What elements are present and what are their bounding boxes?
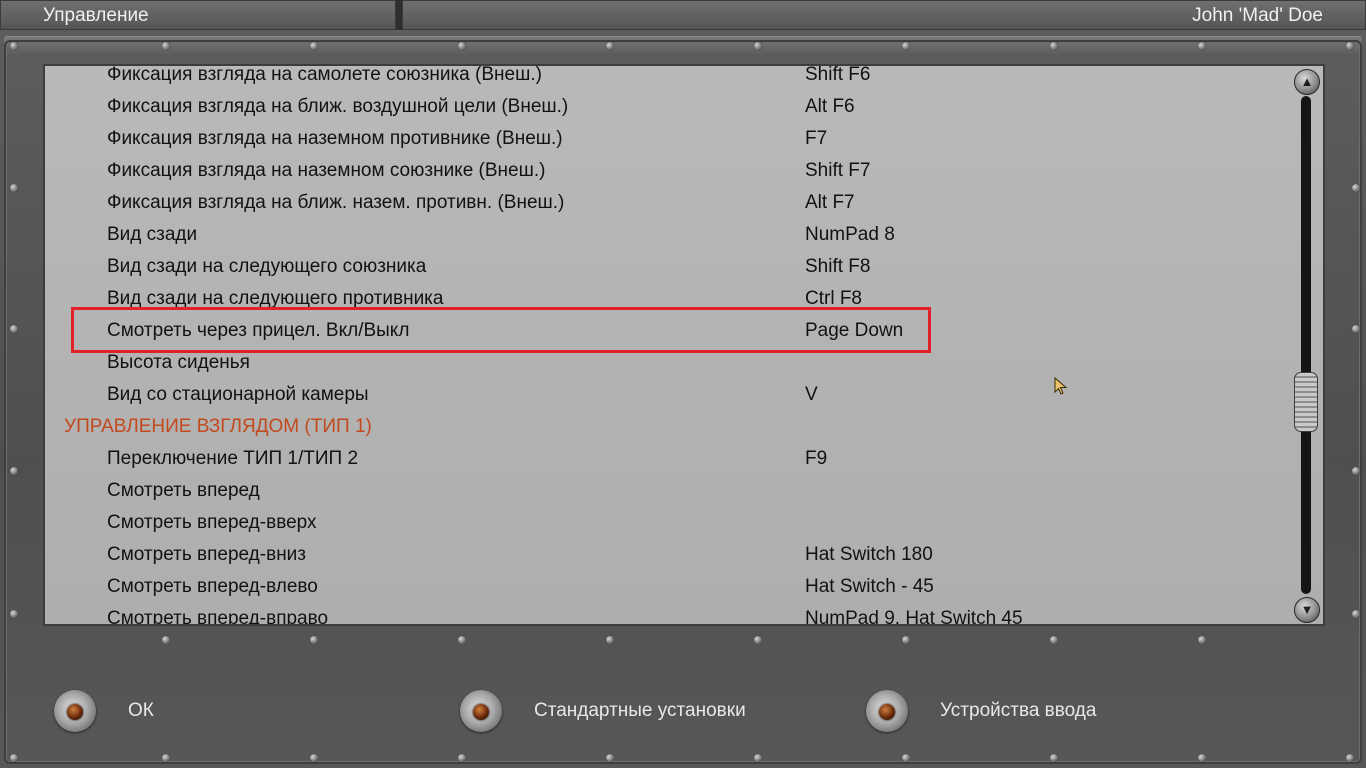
binding-action: Вид сзади: [107, 224, 198, 245]
rivet-icon: [458, 42, 466, 50]
binding-key: Alt F6: [805, 96, 855, 117]
rivet-icon: [10, 754, 18, 762]
binding-key: NumPad 9, Hat Switch 45: [805, 608, 1023, 626]
rivet-icon: [754, 42, 762, 50]
ok-button-label[interactable]: ОК: [128, 700, 154, 722]
rivet-icon: [1198, 42, 1206, 50]
binding-row[interactable]: Смотреть вперед-вниз Hat Switch 180: [45, 539, 1285, 571]
rivet-icon: [1352, 184, 1360, 192]
binding-row[interactable]: Вид сзади на следующего союзника Shift F8: [45, 251, 1285, 283]
binding-key: NumPad 8: [805, 224, 895, 245]
binding-row[interactable]: Смотреть вперед: [45, 475, 1285, 507]
binding-key: Hat Switch 180: [805, 544, 933, 565]
scrollbar-thumb[interactable]: [1294, 372, 1318, 432]
binding-key: F7: [805, 128, 828, 149]
binding-action: Фиксация взгляда на ближ. назем. противн…: [107, 192, 565, 213]
defaults-button-label[interactable]: Стандартные установки: [534, 700, 746, 722]
rivet-icon: [1346, 754, 1354, 762]
binding-action: Смотреть вперед-влево: [107, 576, 318, 597]
binding-action: Смотреть вперед: [107, 480, 260, 501]
rivet-icon: [10, 325, 18, 333]
scrollbar-track[interactable]: [1301, 96, 1311, 594]
toggle-knob-icon[interactable]: [866, 690, 908, 732]
selection-highlight: [71, 307, 931, 353]
rivet-icon: [1050, 636, 1058, 644]
binding-row[interactable]: Фиксация взгляда на ближ. воздушной цели…: [45, 91, 1285, 123]
binding-key: Alt F7: [805, 192, 855, 213]
section-title: УПРАВЛЕНИЕ ВЗГЛЯДОМ (ТИП 1): [64, 416, 372, 437]
binding-action: Фиксация взгляда на ближ. воздушной цели…: [107, 96, 569, 117]
rivet-icon: [1050, 42, 1058, 50]
binding-row[interactable]: Смотреть вперед-вверх: [45, 507, 1285, 539]
rivet-icon: [902, 636, 910, 644]
rivet-icon: [458, 754, 466, 762]
binding-row[interactable]: Переключение ТИП 1/ТИП 2 F9: [45, 443, 1285, 475]
binding-row[interactable]: Фиксация взгляда на наземном союзнике (В…: [45, 155, 1285, 187]
binding-key: V: [805, 384, 818, 405]
binding-row[interactable]: Смотреть вперед-влево Hat Switch - 45: [45, 571, 1285, 603]
binding-action: Вид со стационарной камеры: [107, 384, 369, 405]
rivet-icon: [10, 184, 18, 192]
section-header: УПРАВЛЕНИЕ ВЗГЛЯДОМ (ТИП 1): [45, 411, 1285, 443]
binding-action: Фиксация взгляда на наземном союзнике (В…: [107, 160, 546, 181]
binding-key: Shift F6: [805, 64, 871, 85]
binding-key: Hat Switch - 45: [805, 576, 934, 597]
rivet-icon: [1346, 42, 1354, 50]
rivet-icon: [1050, 754, 1058, 762]
controls-screen: Управление John 'Mad' Doe Фиксация взгля…: [0, 0, 1366, 768]
binding-row[interactable]: Смотреть вперед-вправо NumPad 9, Hat Swit…: [45, 603, 1285, 626]
mouse-cursor-icon: [1054, 377, 1068, 395]
arrow-down-icon[interactable]: ▼: [1294, 597, 1320, 623]
binding-action: Вид сзади на следующего союзника: [107, 256, 427, 277]
rivet-icon: [1198, 754, 1206, 762]
toggle-knob-icon[interactable]: [460, 690, 502, 732]
rivet-icon: [606, 754, 614, 762]
rivet-icon: [902, 42, 910, 50]
binding-action: Переключение ТИП 1/ТИП 2: [107, 448, 359, 469]
screen-title: Управление: [0, 0, 396, 30]
binding-key: Shift F8: [805, 256, 871, 277]
binding-action: Смотреть вперед-вниз: [107, 544, 307, 565]
rivet-icon: [606, 636, 614, 644]
rivet-icon: [1352, 467, 1360, 475]
binding-action: Высота сиденья: [107, 352, 250, 373]
pilot-name: John 'Mad' Doe: [402, 0, 1366, 30]
toggle-knob-icon[interactable]: [54, 690, 96, 732]
binding-key: F9: [805, 448, 828, 469]
rivet-icon: [902, 754, 910, 762]
rivet-icon: [310, 754, 318, 762]
rivet-icon: [310, 636, 318, 644]
binding-key: Shift F7: [805, 160, 871, 181]
rivet-icon: [754, 754, 762, 762]
binding-row[interactable]: Вид сзади NumPad 8: [45, 219, 1285, 251]
input-devices-button-label[interactable]: Устройства ввода: [940, 700, 1096, 722]
binding-row[interactable]: Вид со стационарной камеры V: [45, 379, 1285, 411]
binding-row[interactable]: Фиксация взгляда на самолете союзника (В…: [45, 64, 1285, 91]
rivet-icon: [1352, 610, 1360, 618]
binding-action: Фиксация взгляда на наземном противнике …: [107, 128, 563, 149]
rivet-icon: [10, 467, 18, 475]
rivet-icon: [310, 42, 318, 50]
rivet-icon: [754, 636, 762, 644]
rivet-icon: [1352, 325, 1360, 333]
binding-action: Смотреть вперед-вправо: [107, 608, 329, 626]
rivet-icon: [162, 42, 170, 50]
binding-action: Фиксация взгляда на самолете союзника (В…: [107, 64, 542, 85]
rivet-icon: [10, 610, 18, 618]
rivet-icon: [1198, 636, 1206, 644]
binding-row[interactable]: Фиксация взгляда на наземном противнике …: [45, 123, 1285, 155]
rivet-icon: [162, 636, 170, 644]
binding-action: Смотреть вперед-вверх: [107, 512, 317, 533]
rivet-icon: [458, 636, 466, 644]
rivet-icon: [606, 42, 614, 50]
arrow-up-icon[interactable]: ▲: [1294, 69, 1320, 95]
binding-row[interactable]: Фиксация взгляда на ближ. назем. противн…: [45, 187, 1285, 219]
rivet-icon: [162, 754, 170, 762]
rivet-icon: [10, 42, 18, 50]
